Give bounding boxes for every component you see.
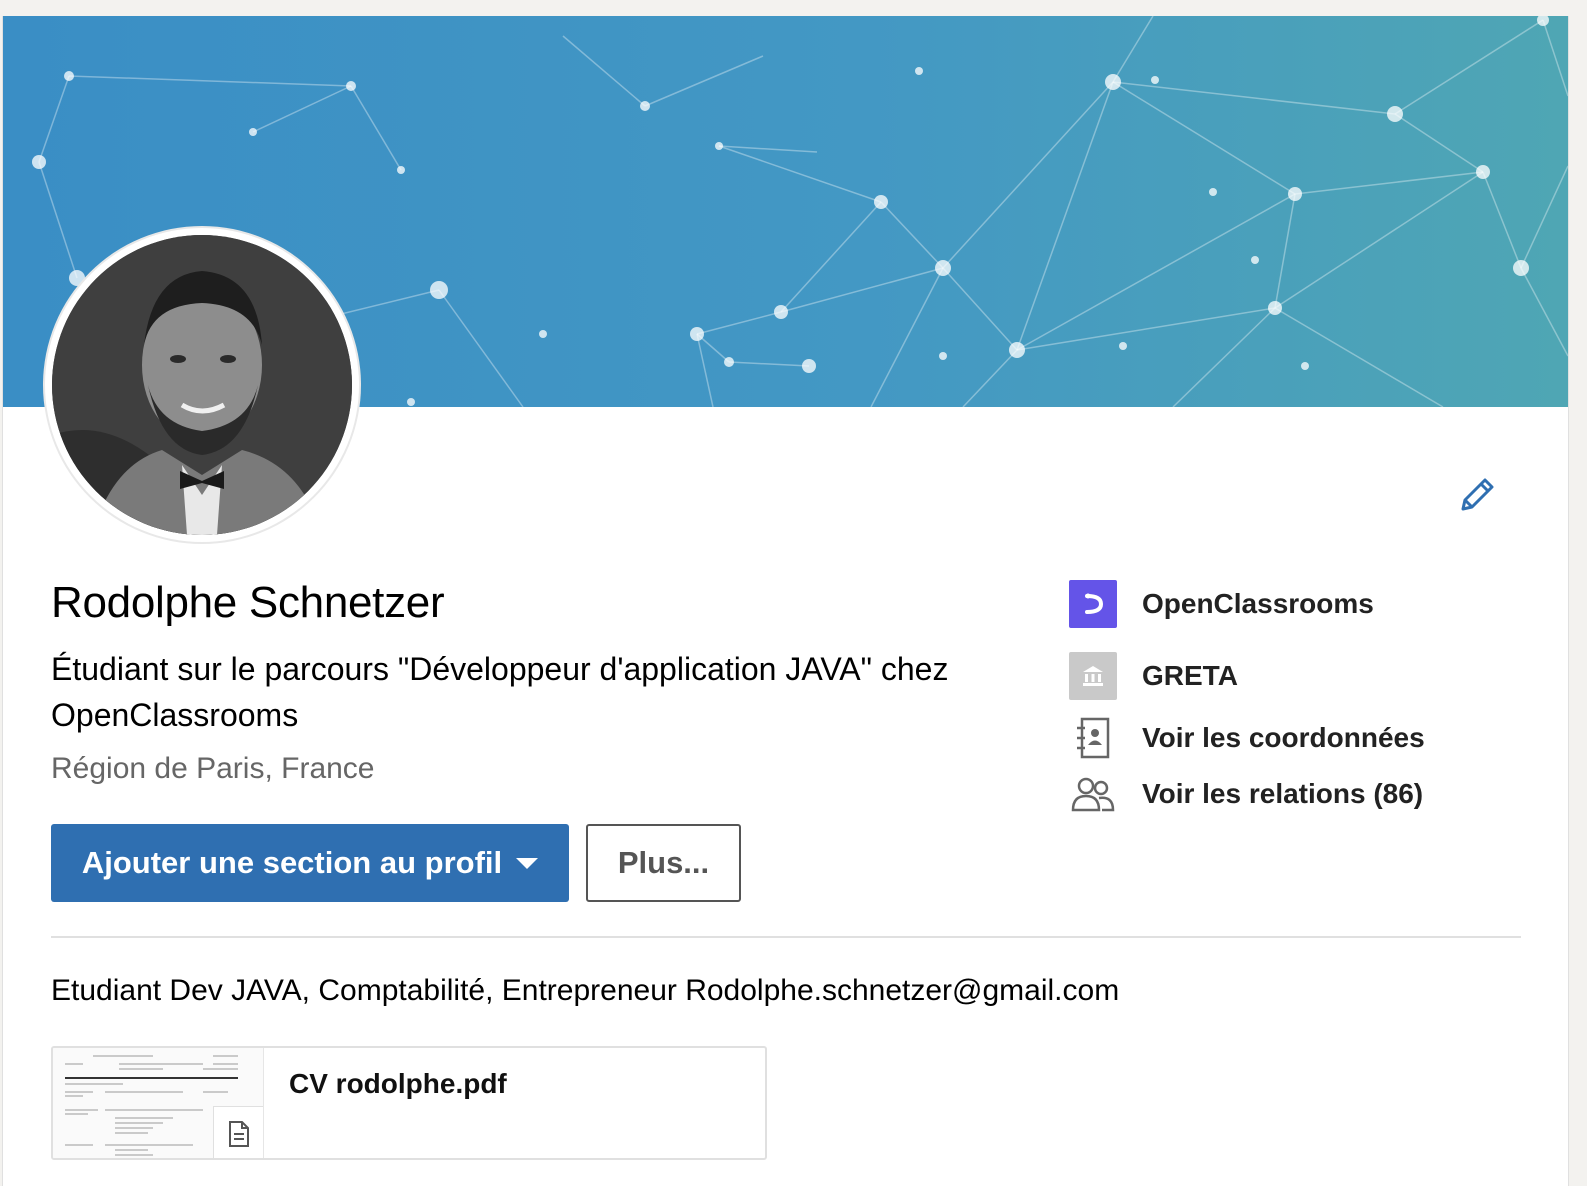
profile-card: Rodolphe Schnetzer Étudiant sur le parco… [2, 16, 1569, 1186]
profile-summary: Etudiant Dev JAVA, Comptabilité, Entrepr… [51, 974, 1120, 1007]
profile-photo[interactable] [45, 228, 359, 542]
document-icon [229, 1121, 249, 1147]
school-icon [1069, 652, 1117, 700]
profile-name: Rodolphe Schnetzer [51, 578, 445, 627]
contact-info-link[interactable]: Voir les coordonnées [1069, 714, 1425, 762]
edit-profile-button[interactable] [1453, 471, 1501, 519]
caret-down-icon [516, 857, 539, 869]
people-icon [1071, 777, 1115, 812]
contact-book-icon [1077, 717, 1110, 759]
profile-location: Région de Paris, France [51, 752, 375, 785]
right-item-label: Voir les coordonnées [1142, 722, 1425, 753]
profile-headline: Étudiant sur le parcours "Développeur d'… [51, 651, 949, 733]
avatar [52, 235, 352, 535]
document-card[interactable]: CV rodolphe.pdf [51, 1046, 767, 1160]
document-title: CV rodolphe.pdf [289, 1068, 507, 1099]
education-greta-link[interactable]: GRETA [1069, 652, 1238, 700]
experience-openclassrooms-link[interactable]: OpenClassrooms [1069, 580, 1374, 628]
connections-link[interactable]: Voir les relations (86) [1069, 770, 1423, 818]
more-button[interactable]: Plus... [586, 824, 741, 902]
right-item-label: OpenClassrooms [1142, 588, 1374, 619]
document-thumbnail [53, 1048, 264, 1158]
add-profile-section-label: Ajouter une section au profil [81, 845, 503, 880]
section-divider [51, 936, 1521, 938]
pencil-icon [1461, 478, 1494, 511]
add-profile-section-button[interactable]: Ajouter une section au profil [51, 824, 569, 902]
right-item-label: GRETA [1142, 660, 1238, 691]
right-item-label: Voir les relations (86) [1142, 778, 1424, 809]
openclassrooms-logo [1069, 580, 1117, 628]
